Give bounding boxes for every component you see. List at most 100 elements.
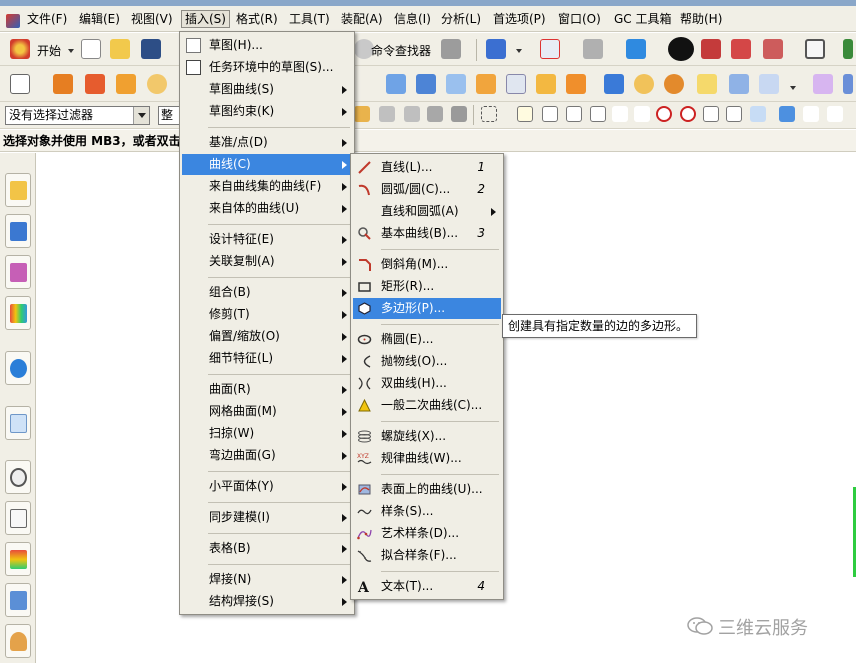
view-cube-icon[interactable] [779, 106, 795, 122]
command-finder-label[interactable]: 命令查找器 [371, 42, 431, 59]
end-point-icon[interactable] [542, 106, 558, 122]
through-curves-icon[interactable] [416, 74, 436, 94]
menu-item-mesh-surface[interactable]: 网格曲面(M) [182, 401, 352, 422]
assembly-navigator-button[interactable] [5, 173, 31, 207]
submenu-item-text[interactable]: A 文本(T)... 4 [353, 576, 501, 597]
arrow-icon[interactable] [827, 106, 843, 122]
submenu-item-helix[interactable]: 螺旋线(X)... [353, 426, 501, 447]
display-mode-icon[interactable] [668, 37, 694, 61]
menu-item-trim[interactable]: 修剪(T) [182, 304, 352, 325]
select-edge-icon[interactable] [451, 106, 467, 122]
menu-item-table[interactable]: 表格(B) [182, 538, 352, 559]
dimension-icon[interactable] [803, 106, 819, 122]
menu-item-sketch-curve[interactable]: 草图曲线(S) [182, 79, 352, 100]
submenu-item-basic-curves[interactable]: 基本曲线(B)... 3 [353, 223, 501, 244]
submenu-item-arc-circle[interactable]: 圆弧/圆(C)... 2 [353, 179, 501, 200]
menu-preferences[interactable]: 首选项(P) [490, 10, 549, 28]
menu-item-synchronous-modeling[interactable]: 同步建模(I) [182, 507, 352, 528]
unite-icon[interactable] [604, 74, 624, 94]
background-icon[interactable] [805, 39, 825, 59]
menu-analysis[interactable]: 分析(L) [438, 10, 484, 28]
point-on-curve-icon[interactable] [590, 106, 606, 122]
chamfer-tool-icon[interactable] [729, 74, 749, 94]
hide-icon[interactable] [731, 39, 751, 59]
start-icon[interactable] [10, 39, 30, 59]
new-file-icon[interactable] [81, 39, 101, 59]
menu-item-sweep[interactable]: 扫掠(W) [182, 423, 352, 444]
menu-assemblies[interactable]: 装配(A) [338, 10, 386, 28]
revolve-icon[interactable] [85, 74, 105, 94]
edge-blend-icon[interactable] [697, 74, 717, 94]
offset-surface-icon[interactable] [476, 74, 496, 94]
submenu-item-parabola[interactable]: 抛物线(O)... [353, 351, 501, 372]
trim-sheet-icon[interactable] [506, 74, 526, 94]
chevron-down-icon[interactable] [516, 49, 522, 53]
gear-icon[interactable] [441, 39, 461, 59]
menu-insert[interactable]: 插入(S) [181, 10, 230, 28]
quadrant-point-icon[interactable] [680, 106, 696, 122]
bounded-grid-icon[interactable] [750, 106, 766, 122]
menu-item-sketch-constraint[interactable]: 草图约束(K) [182, 101, 352, 122]
block-icon[interactable] [116, 74, 136, 94]
shaded-cube-icon[interactable] [626, 39, 646, 59]
submenu-item-general-conic[interactable]: 一般二次曲线(C)... [353, 395, 501, 416]
thicken-icon[interactable] [566, 74, 586, 94]
system-materials-button[interactable] [5, 501, 31, 535]
menu-edit[interactable]: 编辑(E) [76, 10, 123, 28]
existing-point-icon[interactable] [703, 106, 719, 122]
menu-item-curve[interactable]: 曲线(C) [182, 154, 352, 175]
constraint-navigator-button[interactable] [5, 214, 31, 248]
menu-tools[interactable]: 工具(T) [286, 10, 333, 28]
menu-item-datum-point[interactable]: 基准/点(D) [182, 132, 352, 153]
transform-icon[interactable] [843, 74, 853, 94]
web-browser-button[interactable] [5, 406, 31, 440]
submenu-item-studio-spline[interactable]: 艺术样条(D)... [353, 523, 501, 544]
select-face-icon[interactable] [427, 106, 443, 122]
arc-center-icon[interactable] [656, 106, 672, 122]
part-navigator-button[interactable] [5, 255, 31, 289]
menu-item-weld[interactable]: 焊接(N) [182, 569, 352, 590]
internet-explorer-button[interactable] [5, 351, 31, 385]
layer-icon[interactable] [843, 39, 853, 59]
history-button[interactable] [5, 460, 31, 494]
control-point-icon[interactable] [612, 106, 628, 122]
submenu-item-curve-on-surface[interactable]: 表面上的曲线(U)... [353, 479, 501, 500]
sew-icon[interactable] [536, 74, 556, 94]
select-feature-icon[interactable] [354, 106, 370, 122]
subtract-icon[interactable] [634, 74, 654, 94]
process-studio-button[interactable] [5, 542, 31, 576]
menu-item-sketch[interactable]: 草图(H)... [182, 35, 352, 56]
type-filter-select[interactable]: 没有选择过滤器 [5, 106, 150, 125]
save-icon[interactable] [141, 39, 161, 59]
point-on-face-icon[interactable] [726, 106, 742, 122]
select-body-icon[interactable] [404, 106, 420, 122]
move-object-icon[interactable] [813, 74, 833, 94]
menu-item-flange-surface[interactable]: 弯边曲面(G) [182, 445, 352, 466]
extrude-icon[interactable] [53, 74, 73, 94]
submenu-item-ellipse[interactable]: 椭圆(E)... [353, 329, 501, 350]
menu-item-offset-scale[interactable]: 偏置/缩放(O) [182, 326, 352, 347]
chevron-down-icon[interactable] [790, 86, 796, 90]
menu-view[interactable]: 视图(V) [128, 10, 176, 28]
menu-information[interactable]: 信息(I) [391, 10, 434, 28]
menu-item-detail-feature[interactable]: 细节特征(L) [182, 348, 352, 369]
menu-item-derived-curve[interactable]: 来自曲线集的曲线(F) [182, 176, 352, 197]
chevron-down-icon[interactable] [68, 49, 74, 53]
submenu-item-rectangle[interactable]: 矩形(R)... [353, 276, 501, 297]
submenu-item-line[interactable]: 直线(L)... 1 [353, 157, 501, 178]
menu-item-facet-body[interactable]: 小平面体(Y) [182, 476, 352, 497]
open-folder-icon[interactable] [110, 39, 130, 59]
sketch-icon[interactable] [10, 74, 30, 94]
menu-item-combine[interactable]: 组合(B) [182, 282, 352, 303]
menu-gc-toolkit[interactable]: GC 工具箱 [611, 10, 675, 28]
submenu-item-hyperbola[interactable]: 双曲线(H)... [353, 373, 501, 394]
menu-format[interactable]: 格式(R) [233, 10, 281, 28]
menu-window[interactable]: 窗口(O) [555, 10, 604, 28]
undo-icon[interactable] [379, 106, 395, 122]
menu-item-surface[interactable]: 曲面(R) [182, 379, 352, 400]
snap-point-icon[interactable] [517, 106, 533, 122]
intersection-point-icon[interactable] [634, 106, 650, 122]
manufacturing-wizard-button[interactable] [5, 583, 31, 617]
mid-point-icon[interactable] [566, 106, 582, 122]
cylinder-icon[interactable] [147, 74, 167, 94]
